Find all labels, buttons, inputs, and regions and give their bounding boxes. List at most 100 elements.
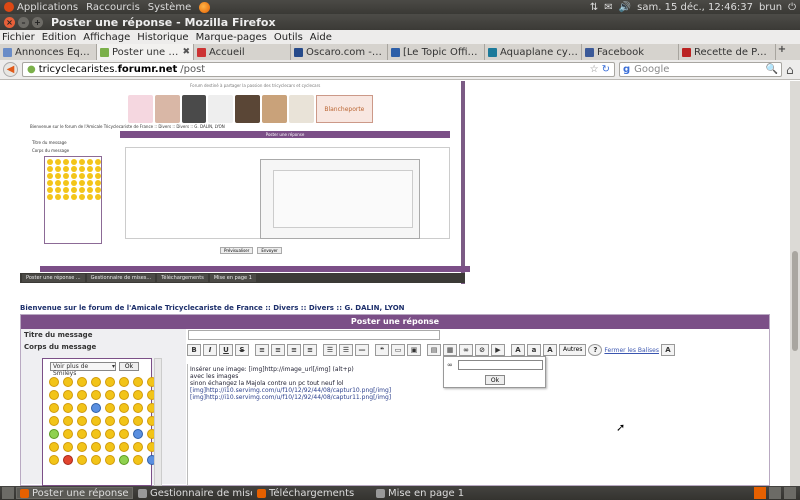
power-icon[interactable]: ⏻ <box>788 2 796 13</box>
smiley-icon[interactable] <box>119 403 129 413</box>
autres-button[interactable]: Autres <box>559 344 587 356</box>
strike-button[interactable]: S <box>235 344 249 356</box>
smiley-icon[interactable] <box>133 455 143 465</box>
smiley-icon[interactable] <box>105 377 115 387</box>
switch-editor-icon[interactable]: A <box>660 344 675 356</box>
smiley-icon[interactable] <box>133 390 143 400</box>
tray-firefox-icon[interactable] <box>754 487 766 499</box>
close-tags-link[interactable]: Fermer les Balises <box>604 347 659 354</box>
smiley-icon[interactable] <box>133 442 143 452</box>
smiley-icon[interactable] <box>91 403 101 413</box>
tab-recette[interactable]: Recette de Pâte ... <box>679 44 776 60</box>
smiley-icon[interactable] <box>133 403 143 413</box>
tab-poster-reponse[interactable]: Poster une réponse✖ <box>97 44 194 60</box>
smiley-icon[interactable] <box>49 390 59 400</box>
menu-affichage[interactable]: Affichage <box>83 32 130 43</box>
image-host-button[interactable]: ▦ <box>443 344 457 356</box>
smiley-icon[interactable] <box>63 429 73 439</box>
volume-icon[interactable]: 🔊 <box>619 2 631 13</box>
window-close-button[interactable]: × <box>4 16 15 28</box>
menu-outils[interactable]: Outils <box>274 32 303 43</box>
bookmark-star-icon[interactable]: ☆ <box>590 64 599 75</box>
clock[interactable]: sam. 15 déc., 12:46:37 <box>637 2 753 13</box>
numbered-list-button[interactable]: ☰ <box>339 344 353 356</box>
firefox-launcher-icon[interactable] <box>199 1 211 13</box>
bullet-list-button[interactable]: ☰ <box>323 344 337 356</box>
smiley-icon[interactable] <box>49 442 59 452</box>
smiley-icon[interactable] <box>105 390 115 400</box>
smiley-panel-scrollbar[interactable] <box>154 358 162 486</box>
smiley-icon[interactable] <box>63 390 73 400</box>
menu-historique[interactable]: Historique <box>137 32 188 43</box>
image-button[interactable]: ▤ <box>427 344 441 356</box>
smiley-icon[interactable] <box>77 416 87 426</box>
scrollbar-thumb[interactable] <box>792 251 798 351</box>
smiley-icon[interactable] <box>105 416 115 426</box>
smiley-icon[interactable] <box>105 429 115 439</box>
smiley-icon[interactable] <box>63 403 73 413</box>
smiley-icon[interactable] <box>63 377 73 387</box>
task-downloads[interactable]: Téléchargements <box>254 487 371 499</box>
tab-close-icon[interactable]: ✖ <box>182 47 190 57</box>
help-icon[interactable]: ? <box>588 344 603 356</box>
show-desktop-icon[interactable] <box>2 487 14 499</box>
task-layout[interactable]: Mise en page 1 <box>373 487 490 499</box>
menu-marque-pages[interactable]: Marque-pages <box>196 32 267 43</box>
smiley-icon[interactable] <box>133 377 143 387</box>
smiley-icon[interactable] <box>49 377 59 387</box>
smiley-icon[interactable] <box>119 416 129 426</box>
smiley-icon[interactable] <box>63 416 73 426</box>
font-button[interactable]: a <box>527 344 541 356</box>
unlink-button[interactable]: ⊘ <box>475 344 489 356</box>
link-url-input[interactable] <box>458 360 543 370</box>
horizontal-rule-button[interactable]: — <box>355 344 369 356</box>
smiley-icon[interactable] <box>119 455 129 465</box>
smiley-icon[interactable] <box>119 429 129 439</box>
tab-facebook[interactable]: Facebook <box>582 44 679 60</box>
tab-aquaplane[interactable]: Aquaplane cylind... <box>485 44 582 60</box>
smiley-icon[interactable] <box>105 403 115 413</box>
smiley-icon[interactable] <box>49 403 59 413</box>
smiley-icon[interactable] <box>77 442 87 452</box>
underline-button[interactable]: U <box>219 344 233 356</box>
reload-icon[interactable]: ↻ <box>602 64 610 75</box>
network-icon[interactable]: ⇅ <box>590 2 598 13</box>
new-tab-button[interactable]: + <box>776 44 788 60</box>
title-input[interactable] <box>188 330 440 340</box>
smiley-icon[interactable] <box>77 455 87 465</box>
link-button[interactable]: ∞ <box>459 344 473 356</box>
search-bar[interactable]: g Google 🔍 <box>619 62 782 77</box>
smiley-icon[interactable] <box>91 377 101 387</box>
smiley-icon[interactable] <box>49 429 59 439</box>
breadcrumb[interactable]: Bienvenue sur le forum de l'Amicale Tric… <box>20 304 405 312</box>
font-size-button[interactable]: A <box>511 344 525 356</box>
smiley-icon[interactable] <box>77 429 87 439</box>
menu-edition[interactable]: Edition <box>42 32 77 43</box>
smiley-icon[interactable] <box>133 416 143 426</box>
smiley-icon[interactable] <box>105 455 115 465</box>
smiley-dropdown[interactable]: Voir plus de Smileys ▾ <box>50 362 116 377</box>
search-icon[interactable]: 🔍 <box>766 64 778 75</box>
smiley-icon[interactable] <box>119 377 129 387</box>
align-right-button[interactable]: ≡ <box>287 344 301 356</box>
window-minimize-button[interactable]: – <box>18 16 29 28</box>
smiley-icon[interactable] <box>77 390 87 400</box>
home-icon[interactable]: ⌂ <box>786 63 794 77</box>
menu-systeme[interactable]: Système <box>148 2 191 13</box>
smiley-icon[interactable] <box>49 416 59 426</box>
smiley-icon[interactable] <box>77 403 87 413</box>
smiley-icon[interactable] <box>91 442 101 452</box>
tab-annonces[interactable]: Annonces Equipe... <box>0 44 97 60</box>
trash-icon[interactable] <box>784 487 796 499</box>
menu-raccourcis[interactable]: Raccourcis <box>86 2 140 13</box>
page-scrollbar[interactable] <box>790 81 800 486</box>
popup-ok-button[interactable]: Ok <box>485 375 505 385</box>
smiley-icon[interactable] <box>119 442 129 452</box>
smiley-icon[interactable] <box>49 455 59 465</box>
smiley-icon[interactable] <box>63 442 73 452</box>
smiley-icon[interactable] <box>63 455 73 465</box>
smiley-icon[interactable] <box>91 455 101 465</box>
tab-topic-officiel[interactable]: [Le Topic Officiel... <box>388 44 485 60</box>
tab-oscaro[interactable]: Oscaro.com - piè... <box>291 44 388 60</box>
italic-button[interactable]: I <box>203 344 217 356</box>
